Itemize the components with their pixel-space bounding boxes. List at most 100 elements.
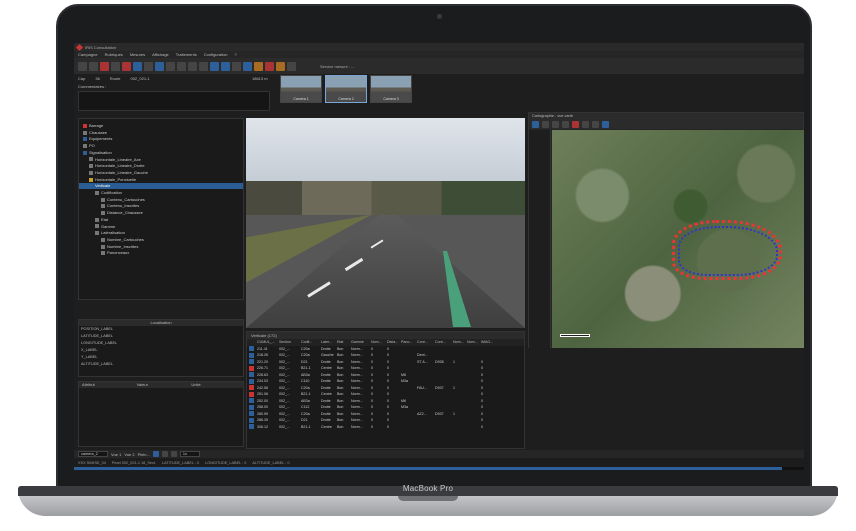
- save-icon[interactable]: [89, 61, 98, 71]
- tree-item[interactable]: Signalisation: [83, 150, 112, 156]
- menu-item[interactable]: Rubriques: [105, 52, 123, 57]
- sign-icon: [249, 411, 254, 417]
- tree-item[interactable]: Horizontale_Lineaire_Droite: [89, 163, 145, 169]
- tree-item[interactable]: Horizontale_Lineaire_Axe: [89, 157, 141, 163]
- settings-icon[interactable]: [111, 61, 120, 71]
- menu-item[interactable]: ?: [235, 52, 237, 57]
- stop-icon[interactable]: [265, 61, 274, 71]
- menu-item[interactable]: Affichage: [152, 52, 169, 57]
- print-icon[interactable]: [199, 61, 208, 71]
- grid-icon[interactable]: [166, 61, 175, 71]
- menu-item[interactable]: Campagne: [78, 52, 98, 57]
- layer-icon: [89, 170, 93, 175]
- map-zoom-out-icon[interactable]: [562, 120, 569, 128]
- playback-progress[interactable]: [74, 467, 804, 470]
- tree-item[interactable]: Latéralisation: [95, 230, 125, 236]
- map-pan-icon[interactable]: [542, 120, 549, 128]
- open-icon[interactable]: [78, 61, 87, 71]
- app-logo-icon: [75, 43, 84, 51]
- tree-item-label: Codification: [101, 190, 122, 195]
- menu-item[interactable]: Configuration: [204, 52, 228, 57]
- record-icon[interactable]: [100, 61, 109, 71]
- tree-item[interactable]: Panonceaux: [101, 250, 129, 256]
- status-item: Pearl 002_021-1 18_Sect.: [111, 461, 156, 465]
- data-table: Verticale (172) CUMUL_... Section Codif...…: [246, 331, 525, 449]
- satellite-map[interactable]: [552, 130, 804, 348]
- camera-thumb[interactable]: Camera 2: [325, 75, 367, 103]
- export-icon[interactable]: [210, 61, 219, 71]
- zoom-icon[interactable]: [155, 61, 164, 71]
- stop-icon[interactable]: [170, 451, 177, 457]
- play-icon[interactable]: [152, 451, 159, 457]
- layer-icon: [89, 184, 93, 189]
- camera-icon[interactable]: [232, 61, 241, 71]
- map-icon[interactable]: [221, 61, 230, 71]
- tree-item[interactable]: Etat: [95, 217, 108, 223]
- table-icon[interactable]: [188, 61, 197, 71]
- map-marker-icon[interactable]: [572, 120, 579, 128]
- tree-item-label: Nombre_Cartouches: [107, 236, 144, 242]
- location-row: ALTITUDE_LABEL: [81, 362, 114, 366]
- camera-thumb-label: Camera 2: [338, 97, 354, 101]
- ruler-icon[interactable]: [144, 61, 153, 71]
- flag-icon[interactable]: [122, 61, 131, 71]
- tree-item-label: Horizontale_Lineaire_Droite: [95, 163, 145, 169]
- layer-icon: [95, 190, 99, 195]
- title-bar: IRIS Consultation: [74, 43, 804, 51]
- tree-item[interactable]: Barrage: [83, 123, 103, 129]
- table-cell: [399, 424, 415, 431]
- tree-item[interactable]: Verticale: [79, 183, 243, 190]
- map-grid-icon[interactable]: [592, 120, 599, 128]
- play-icon[interactable]: [276, 61, 285, 71]
- map-export-icon[interactable]: [602, 120, 609, 128]
- table-cell: 002_...: [279, 424, 290, 429]
- map-layers-icon[interactable]: [582, 120, 589, 128]
- sign-icon: [249, 391, 254, 397]
- map-select-icon[interactable]: [532, 120, 539, 128]
- tree-item-label: Panonceaux: [107, 250, 130, 256]
- camera-select[interactable]: camera_2: [78, 451, 108, 457]
- tree-item[interactable]: PO: [83, 143, 95, 149]
- route-label: Route: [109, 76, 121, 81]
- location-row: POSITION_LABEL: [81, 327, 114, 331]
- menu-item[interactable]: Traitements: [176, 52, 197, 57]
- sign-icon: [249, 372, 254, 378]
- tree-item[interactable]: Chaussee: [83, 130, 107, 136]
- map-zoom-in-icon[interactable]: [552, 120, 559, 128]
- video-view[interactable]: [246, 118, 525, 328]
- menu-item[interactable]: Mesures: [130, 52, 145, 57]
- layers-icon[interactable]: [243, 61, 252, 71]
- table-title: Verticale (172): [247, 332, 524, 339]
- layer-icon: [101, 204, 105, 209]
- app-screen: IRIS Consultation Campagne Rubriques Mesur…: [74, 43, 804, 470]
- tree-item[interactable]: Nombre_Cartouches: [101, 237, 144, 243]
- camera-thumb[interactable]: Camera 3: [370, 75, 412, 103]
- tree-item[interactable]: Horizontale_Ponctuelle: [89, 177, 136, 183]
- table-cell: [451, 424, 465, 431]
- table-cell: B21-1: [301, 424, 311, 429]
- zoom-select[interactable]: 1x: [179, 451, 200, 457]
- tree-item[interactable]: Horizontale_Lineaire_Gauche: [89, 170, 148, 176]
- tree-item-label: Horizontale_Lineaire_Axe: [95, 156, 141, 162]
- camera-thumb[interactable]: Camera 1: [280, 75, 322, 103]
- list-icon[interactable]: [177, 61, 186, 71]
- comment-input[interactable]: [78, 91, 270, 111]
- sign-icon: [249, 378, 254, 384]
- tree-item[interactable]: Gamme: [95, 224, 115, 230]
- tree-item[interactable]: Nombre_Inscrites: [101, 244, 138, 250]
- play-back-icon[interactable]: [254, 61, 263, 71]
- refresh-icon[interactable]: [287, 61, 296, 71]
- measure-icon[interactable]: [133, 61, 142, 71]
- tree-item[interactable]: Equipements: [83, 136, 112, 142]
- pause-icon[interactable]: [161, 451, 168, 457]
- view1-button[interactable]: Vue 1: [111, 452, 121, 457]
- view2-button[interactable]: Vue 2: [124, 452, 134, 457]
- tree-item[interactable]: Contenu_Inscrites: [101, 203, 139, 209]
- fullscreen-button[interactable]: Plein...: [138, 452, 150, 457]
- tree-item[interactable]: Distance_Chaussee: [101, 210, 143, 216]
- status-item: LONGITUDE_LABEL : 0: [205, 461, 247, 465]
- table-row[interactable]: 306.12 002_... B21-1 Centre Bon Norm... 0 0 0: [247, 424, 524, 431]
- attr-col: Attribut: [82, 382, 95, 387]
- tree-item[interactable]: Codification: [95, 190, 122, 196]
- tree-item[interactable]: Contenu_Cartouches: [101, 197, 145, 203]
